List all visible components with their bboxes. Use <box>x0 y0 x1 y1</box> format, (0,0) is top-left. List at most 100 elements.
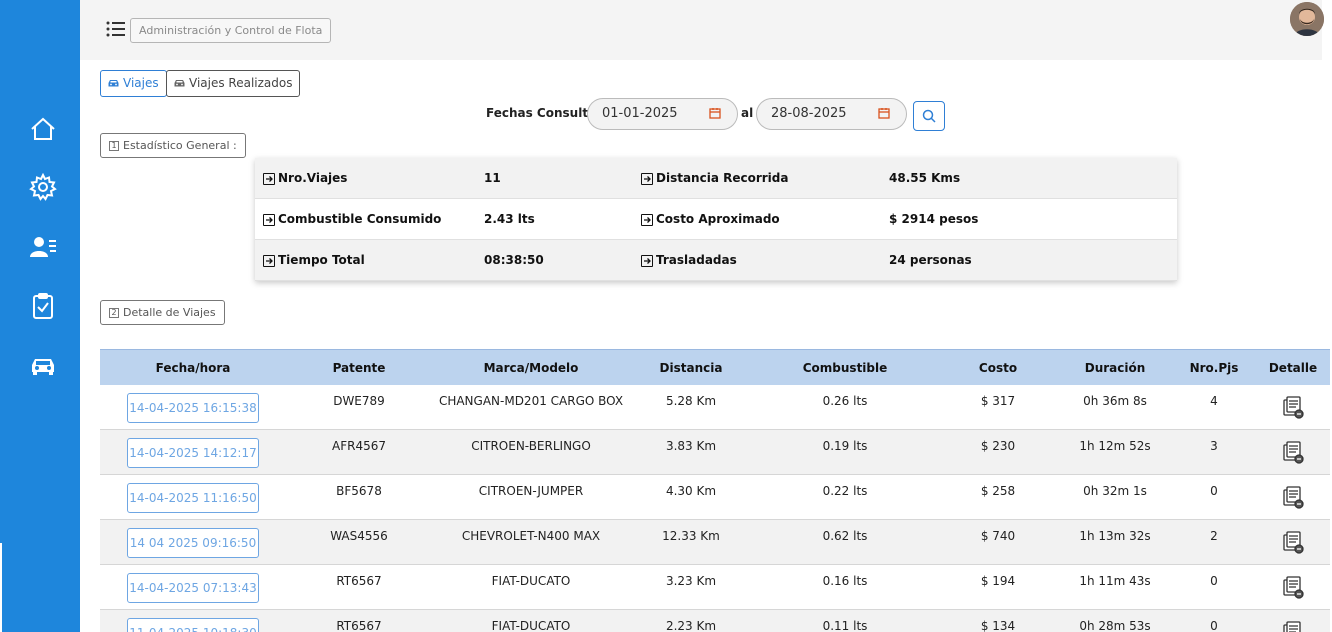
cell-patente: RT6567 <box>336 619 382 632</box>
stat-label: Combustible Consumido <box>278 212 442 226</box>
tab-viajes-realizados-label: Viajes Realizados <box>189 76 293 90</box>
section-detail-button[interactable]: 2 Detalle de Viajes <box>100 300 225 325</box>
search-button[interactable] <box>913 101 945 131</box>
header-combustible: Combustible <box>802 361 888 375</box>
cell-pjs: 0 <box>1210 574 1218 588</box>
date-link-button[interactable]: 14-04-2025 16:15:38 <box>127 393 259 423</box>
header-distancia: Distancia <box>659 361 723 375</box>
cell-marca: CITROEN-BERLINGO <box>471 439 591 453</box>
stat-label: Nro.Viajes <box>278 171 348 185</box>
cell-duracion: 0h 28m 53s <box>1079 619 1151 632</box>
detail-document-icon[interactable] <box>1281 440 1305 464</box>
cell-combustible: 0.22 lts <box>822 484 868 498</box>
table-row: 11-04-2025 10:18:30 RT6567 FIAT-DUCATO 2.23… <box>100 610 1330 632</box>
section-detail-label: Detalle de Viajes <box>123 306 216 319</box>
arrow-right-box-icon <box>641 213 653 226</box>
cell-costo: $ 194 <box>980 574 1016 588</box>
cell-pjs: 0 <box>1210 619 1218 632</box>
stat-row: Combustible Consumido 2.43 lts Costo Apr… <box>255 199 1177 240</box>
car-icon <box>174 80 185 87</box>
cell-combustible: 0.19 lts <box>822 439 868 453</box>
cell-distancia: 5.28 Km <box>665 394 717 408</box>
header-patente: Patente <box>332 361 386 375</box>
home-icon[interactable] <box>26 112 60 146</box>
avatar[interactable] <box>1290 2 1324 36</box>
arrow-right-box-icon <box>263 254 275 267</box>
cell-duracion: 1h 11m 43s <box>1079 574 1151 588</box>
stat-row: Tiempo Total 08:38:50 Trasladadas 24 per… <box>255 240 1177 281</box>
user-list-icon[interactable] <box>26 230 60 264</box>
cell-marca: FIAT-DUCATO <box>491 574 571 588</box>
stat-value: 24 personas <box>889 253 972 267</box>
cell-marca: CITROEN-JUMPER <box>478 484 584 498</box>
detail-document-icon[interactable] <box>1281 530 1305 554</box>
cell-patente: AFR4567 <box>332 439 386 453</box>
detail-document-icon[interactable] <box>1281 575 1305 599</box>
gear-icon[interactable] <box>26 170 60 204</box>
cell-marca: FIAT-DUCATO <box>491 619 571 632</box>
cell-combustible: 0.26 lts <box>822 394 868 408</box>
date-to-value: 28-08-2025 <box>771 106 847 121</box>
detail-document-icon[interactable] <box>1281 395 1305 419</box>
cell-distancia: 4.30 Km <box>665 484 717 498</box>
date-to-input[interactable]: 28-08-2025 <box>756 98 907 130</box>
date-link-button[interactable]: 14-04-2025 14:12:17 <box>127 438 259 468</box>
sidebar <box>0 0 80 632</box>
cell-patente: DWE789 <box>333 394 385 408</box>
cell-marca: CHANGAN-MD201 CARGO BOX <box>438 394 624 408</box>
cell-combustible: 0.16 lts <box>822 574 868 588</box>
date-link-button[interactable]: 14 04 2025 09:16:50 <box>127 528 259 558</box>
section-number: 2 <box>109 307 119 318</box>
table-body: 14-04-2025 16:15:38 DWE789 CHANGAN-MD201 C… <box>100 385 1330 632</box>
car-icon[interactable] <box>26 348 60 382</box>
stat-value: 2.43 lts <box>484 212 535 226</box>
stat-label: Costo Aproximado <box>656 212 780 226</box>
cell-distancia: 3.83 Km <box>665 439 717 453</box>
detail-document-icon[interactable] <box>1281 485 1305 509</box>
list-icon[interactable] <box>106 20 126 38</box>
header-pjs: Nro.Pjs <box>1189 361 1239 375</box>
cell-costo: $ 317 <box>980 394 1016 408</box>
tab-viajes[interactable]: Viajes <box>100 70 167 97</box>
arrow-right-box-icon <box>641 254 653 267</box>
calendar-icon[interactable] <box>709 107 721 119</box>
cell-patente: BF5678 <box>336 484 382 498</box>
detail-document-icon[interactable] <box>1281 620 1305 632</box>
calendar-icon[interactable] <box>878 107 890 119</box>
cell-pjs: 4 <box>1210 394 1218 408</box>
stat-value: 08:38:50 <box>484 253 544 267</box>
car-icon <box>108 80 119 87</box>
cell-pjs: 0 <box>1210 484 1218 498</box>
cell-costo: $ 740 <box>980 529 1016 543</box>
arrow-right-box-icon <box>263 213 275 226</box>
date-filter-label: Fechas Consulta <box>486 106 597 120</box>
section-number: 1 <box>109 140 119 151</box>
date-from-input[interactable]: 01-01-2025 <box>587 98 738 130</box>
stats-panel: Nro.Viajes 11 Distancia Recorrida 48.55 … <box>255 158 1177 281</box>
cell-duracion: 1h 12m 52s <box>1079 439 1151 453</box>
clipboard-check-icon[interactable] <box>26 289 60 323</box>
tab-viajes-realizados[interactable]: Viajes Realizados <box>166 70 301 97</box>
table-row: 14 04 2025 09:16:50 WAS4556 CHEVROLET-N400… <box>100 520 1330 565</box>
cell-marca: CHEVROLET-N400 MAX <box>461 529 601 543</box>
date-link-button[interactable]: 14-04-2025 07:13:43 <box>127 573 259 603</box>
trips-table: Fecha/hora Patente Marca/Modelo Distanci… <box>100 349 1330 632</box>
header-marca: Marca/Modelo <box>483 361 579 375</box>
arrow-right-box-icon <box>641 172 653 185</box>
top-bar: Administración y Control de Flota <box>80 0 1322 60</box>
date-link-button[interactable]: 14-04-2025 11:16:50 <box>127 483 259 513</box>
stat-label: Trasladadas <box>656 253 737 267</box>
arrow-right-box-icon <box>263 172 275 185</box>
date-link-button[interactable]: 11-04-2025 10:18:30 <box>127 618 259 632</box>
section-general-label: Estadístico General : <box>123 139 237 152</box>
app-title-button[interactable]: Administración y Control de Flota <box>130 18 332 43</box>
cell-duracion: 1h 13m 32s <box>1079 529 1151 543</box>
date-from-value: 01-01-2025 <box>602 106 678 121</box>
stat-row: Nro.Viajes 11 Distancia Recorrida 48.55 … <box>255 158 1177 199</box>
cell-distancia: 3.23 Km <box>665 574 717 588</box>
header-costo: Costo <box>978 361 1018 375</box>
header-duracion: Duración <box>1084 361 1146 375</box>
cell-duracion: 0h 36m 8s <box>1083 394 1147 408</box>
section-general-button[interactable]: 1 Estadístico General : <box>100 133 246 158</box>
stat-label: Distancia Recorrida <box>656 171 789 185</box>
